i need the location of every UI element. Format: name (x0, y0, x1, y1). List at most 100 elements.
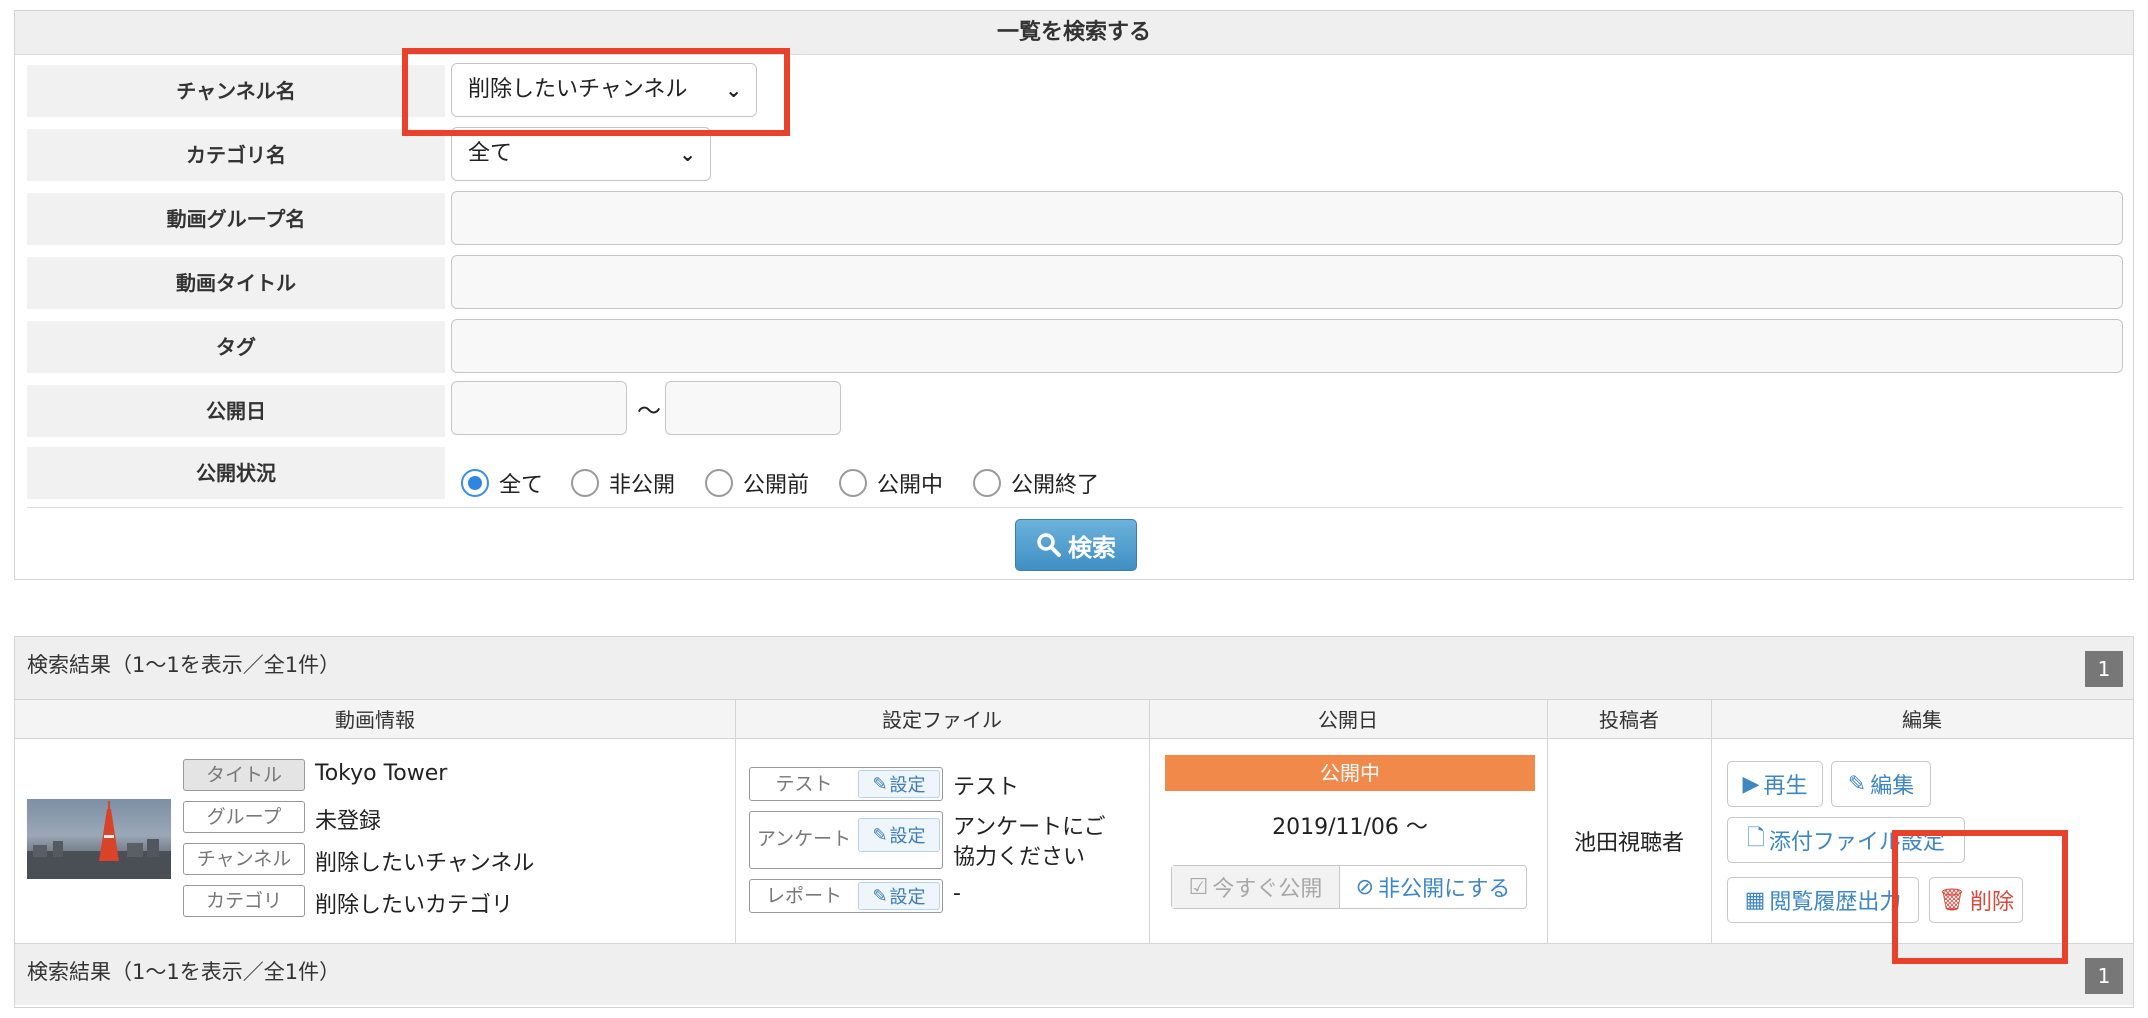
info-label-group: グループ (183, 801, 305, 833)
pagination-page-1[interactable]: 1 (2085, 958, 2123, 994)
date-label: 公開日 (27, 385, 445, 437)
status-radio-ended[interactable]: 公開終了 (973, 463, 1099, 503)
results-panel: 検索結果（1〜1を表示／全1件） 1 動画情報 設定ファイル 公開日 投稿者 編… (14, 636, 2134, 1008)
status-radio-public[interactable]: 公開中 (839, 463, 943, 503)
radio-icon (705, 469, 733, 497)
setting-button-survey[interactable]: ✎ 設定 (858, 818, 940, 852)
play-circle-icon: ▶ (1742, 771, 1760, 797)
channel-label: チャンネル名 (27, 65, 445, 117)
unpublish-button[interactable]: ⊘ 非公開にする (1340, 866, 1526, 908)
status-radio-all[interactable]: 全て (461, 463, 543, 503)
group-label: 動画グループ名 (27, 193, 445, 245)
column-header-info: 動画情報 (15, 699, 735, 739)
setting-file-name: テスト (775, 773, 833, 795)
status-badge: 公開中 (1165, 755, 1535, 791)
pencil-icon: ✎ (872, 773, 888, 795)
setting-button-test[interactable]: ✎ 設定 (858, 770, 940, 798)
column-divider (1711, 699, 1712, 943)
search-icon (1037, 533, 1061, 557)
column-header-poster: 投稿者 (1547, 699, 1711, 739)
setting-file-survey: アンケート ✎ 設定 (749, 811, 943, 869)
status-option-label: 公開中 (877, 473, 944, 498)
group-name-input[interactable] (451, 191, 2123, 245)
status-option-label: 公開前 (743, 473, 810, 498)
radio-icon (571, 469, 599, 497)
setting-button-label: 設定 (889, 775, 926, 796)
video-title-value: Tokyo Tower (315, 761, 448, 786)
column-header-date: 公開日 (1149, 699, 1547, 739)
date-separator: 〜 (637, 397, 661, 425)
setting-file-report: レポート ✎ 設定 (749, 879, 943, 913)
table-icon: ▦ (1744, 887, 1766, 913)
setting-button-report[interactable]: ✎ 設定 (858, 882, 940, 910)
column-header-edit: 編集 (1711, 699, 2133, 739)
edit-button[interactable]: ✎ 編集 (1831, 761, 1931, 807)
radio-icon (973, 469, 1001, 497)
column-header-files: 設定ファイル (735, 699, 1149, 739)
setting-file-test: テスト ✎ 設定 (749, 767, 943, 801)
pencil-icon: ✎ (872, 885, 888, 907)
unpublish-label: 非公開にする (1378, 877, 1511, 902)
play-button[interactable]: ▶ 再生 (1727, 761, 1823, 807)
search-panel-title: 一覧を検索する (15, 11, 2133, 55)
setting-button-label: 設定 (889, 887, 926, 908)
tag-input[interactable] (451, 319, 2123, 373)
highlight-box-delete (1892, 830, 2068, 964)
play-button-label: 再生 (1763, 774, 1808, 799)
category-select-value: 全て (468, 141, 513, 166)
search-button-label: 検索 (1068, 533, 1116, 562)
file-icon: 🗋 (1747, 826, 1765, 851)
column-divider (1547, 699, 1548, 943)
status-radio-private[interactable]: 非公開 (571, 463, 675, 503)
video-thumbnail[interactable] (27, 799, 171, 879)
video-group-value: 未登録 (315, 809, 382, 834)
date-from-input[interactable] (451, 381, 627, 435)
info-label-channel: チャンネル (183, 843, 305, 875)
view-history-export-button[interactable]: ▦ 閲覧履歴出力 (1727, 877, 1919, 923)
publish-now-button[interactable]: ☑ 今すぐ公開 (1172, 866, 1340, 908)
highlight-box-channel (402, 48, 790, 136)
checkbox-icon: ☑ (1188, 874, 1209, 900)
info-label-title: タイトル (183, 759, 305, 791)
radio-checked-icon (461, 469, 489, 497)
search-divider (27, 507, 2123, 508)
results-header-top: 検索結果（1〜1を表示／全1件） 1 (15, 637, 2133, 699)
results-header-bottom: 検索結果（1〜1を表示／全1件） 1 (15, 943, 2133, 1005)
publish-date-value: 2019/11/06 〜 (1272, 815, 1428, 840)
date-to-input[interactable] (665, 381, 841, 435)
publish-now-label: 今すぐ公開 (1212, 877, 1323, 902)
setting-file-name: レポート (765, 885, 842, 907)
status-option-label: 非公開 (609, 473, 676, 498)
edit-button-label: 編集 (1870, 774, 1915, 799)
setting-file-name: アンケート (756, 828, 852, 850)
title-label: 動画タイトル (27, 257, 445, 309)
setting-file-report-value: - (953, 881, 961, 906)
column-divider (735, 699, 736, 943)
status-label: 公開状況 (27, 447, 445, 499)
publish-button-group: ☑ 今すぐ公開 ⊘ 非公開にする (1171, 865, 1527, 909)
status-option-label: 公開終了 (1011, 473, 1100, 498)
poster-name: 池田視聴者 (1573, 831, 1684, 856)
setting-file-survey-value-2: 協力ください (953, 845, 1086, 870)
pagination-page-1[interactable]: 1 (2085, 651, 2123, 687)
search-button[interactable]: 検索 (1015, 519, 1137, 571)
tokyo-tower-image (27, 801, 171, 879)
setting-file-test-value: テスト (953, 775, 1020, 800)
radio-icon (839, 469, 867, 497)
setting-file-survey-value-1: アンケートにご (953, 815, 1106, 840)
status-radio-before[interactable]: 公開前 (705, 463, 809, 503)
status-option-label: 全て (499, 473, 544, 498)
pencil-icon: ✎ (1847, 771, 1867, 797)
history-button-label: 閲覧履歴出力 (1769, 890, 1902, 915)
column-divider (1149, 699, 1150, 943)
results-summary: 検索結果（1〜1を表示／全1件） (27, 960, 341, 984)
info-label-category: カテゴリ (183, 885, 305, 917)
tag-label: タグ (27, 321, 445, 373)
category-label: カテゴリ名 (27, 129, 445, 181)
video-title-input[interactable] (451, 255, 2123, 309)
search-panel: 一覧を検索する チャンネル名 削除したいチャンネル ⌄ カテゴリ名 全て ⌄ 動… (14, 10, 2134, 580)
setting-button-label: 設定 (889, 826, 926, 847)
results-summary: 検索結果（1〜1を表示／全1件） (27, 653, 341, 677)
video-channel-value: 削除したいチャンネル (315, 851, 535, 876)
pencil-icon: ✎ (872, 824, 888, 846)
